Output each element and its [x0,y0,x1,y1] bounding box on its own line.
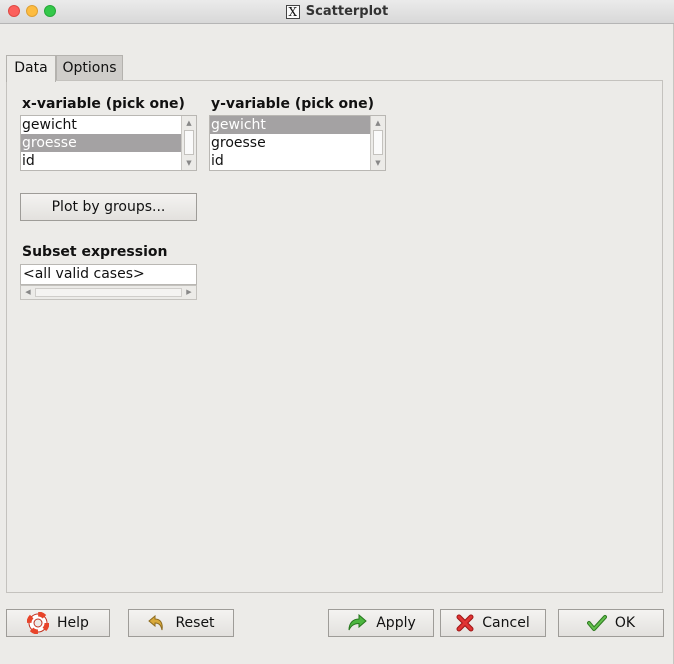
list-item-selected[interactable]: gewicht [210,116,370,134]
plot-by-groups-label: Plot by groups... [51,199,166,215]
lifebuoy-icon [27,612,50,634]
list-item[interactable]: id [210,152,370,170]
ok-label: OK [614,615,636,631]
x-variable-items: gewicht groesse id [21,116,181,170]
reset-button[interactable]: Reset [128,609,234,637]
title-bar: X Scatterplot [0,0,674,24]
scroll-left-arrow-icon[interactable]: ◀ [22,286,34,299]
scroll-thumb[interactable] [184,130,194,155]
help-button[interactable]: Help [6,609,110,637]
subset-expression-heading: Subset expression [22,244,168,260]
reset-label: Reset [175,615,215,631]
list-item[interactable]: id [21,152,181,170]
scroll-down-arrow-icon[interactable]: ▼ [371,157,385,169]
window-title: Scatterplot [305,4,389,19]
subset-horizontal-scrollbar[interactable]: ◀ ▶ [20,285,197,300]
redo-arrow-icon [348,613,368,631]
list-item[interactable]: gewicht [21,116,181,134]
scroll-thumb[interactable] [35,288,182,297]
apply-label: Apply [376,615,416,631]
scroll-thumb[interactable] [373,130,383,155]
y-variable-listbox[interactable]: gewicht groesse id ▲ ▼ [209,115,386,171]
scatterplot-dialog: X Scatterplot Data Options x-variable (p… [0,0,674,664]
x-variable-heading: x-variable (pick one) [22,96,185,112]
checkmark-icon [586,615,607,631]
help-label: Help [57,615,89,631]
title-wrap: X Scatterplot [0,0,674,23]
undo-arrow-icon [148,614,164,631]
scroll-down-arrow-icon[interactable]: ▼ [182,157,196,169]
y-variable-items: gewicht groesse id [210,116,370,170]
apply-button[interactable]: Apply [328,609,434,637]
red-x-icon [456,614,474,632]
scroll-up-arrow-icon[interactable]: ▲ [182,117,196,129]
list-item[interactable]: groesse [210,134,370,152]
x-variable-listbox[interactable]: gewicht groesse id ▲ ▼ [20,115,197,171]
ok-button[interactable]: OK [558,609,664,637]
x11-icon: X [285,4,300,19]
x-variable-scrollbar[interactable]: ▲ ▼ [181,116,196,170]
cancel-button[interactable]: Cancel [440,609,546,637]
subset-expression-input[interactable]: <all valid cases> [20,264,197,285]
list-item-selected[interactable]: groesse [21,134,181,152]
plot-by-groups-button[interactable]: Plot by groups... [20,193,197,221]
y-variable-scrollbar[interactable]: ▲ ▼ [370,116,385,170]
tab-options[interactable]: Options [56,55,123,80]
scroll-up-arrow-icon[interactable]: ▲ [371,117,385,129]
y-variable-heading: y-variable (pick one) [211,96,375,112]
tab-data[interactable]: Data [6,55,56,82]
cancel-label: Cancel [482,615,530,631]
scroll-right-arrow-icon[interactable]: ▶ [183,286,195,299]
